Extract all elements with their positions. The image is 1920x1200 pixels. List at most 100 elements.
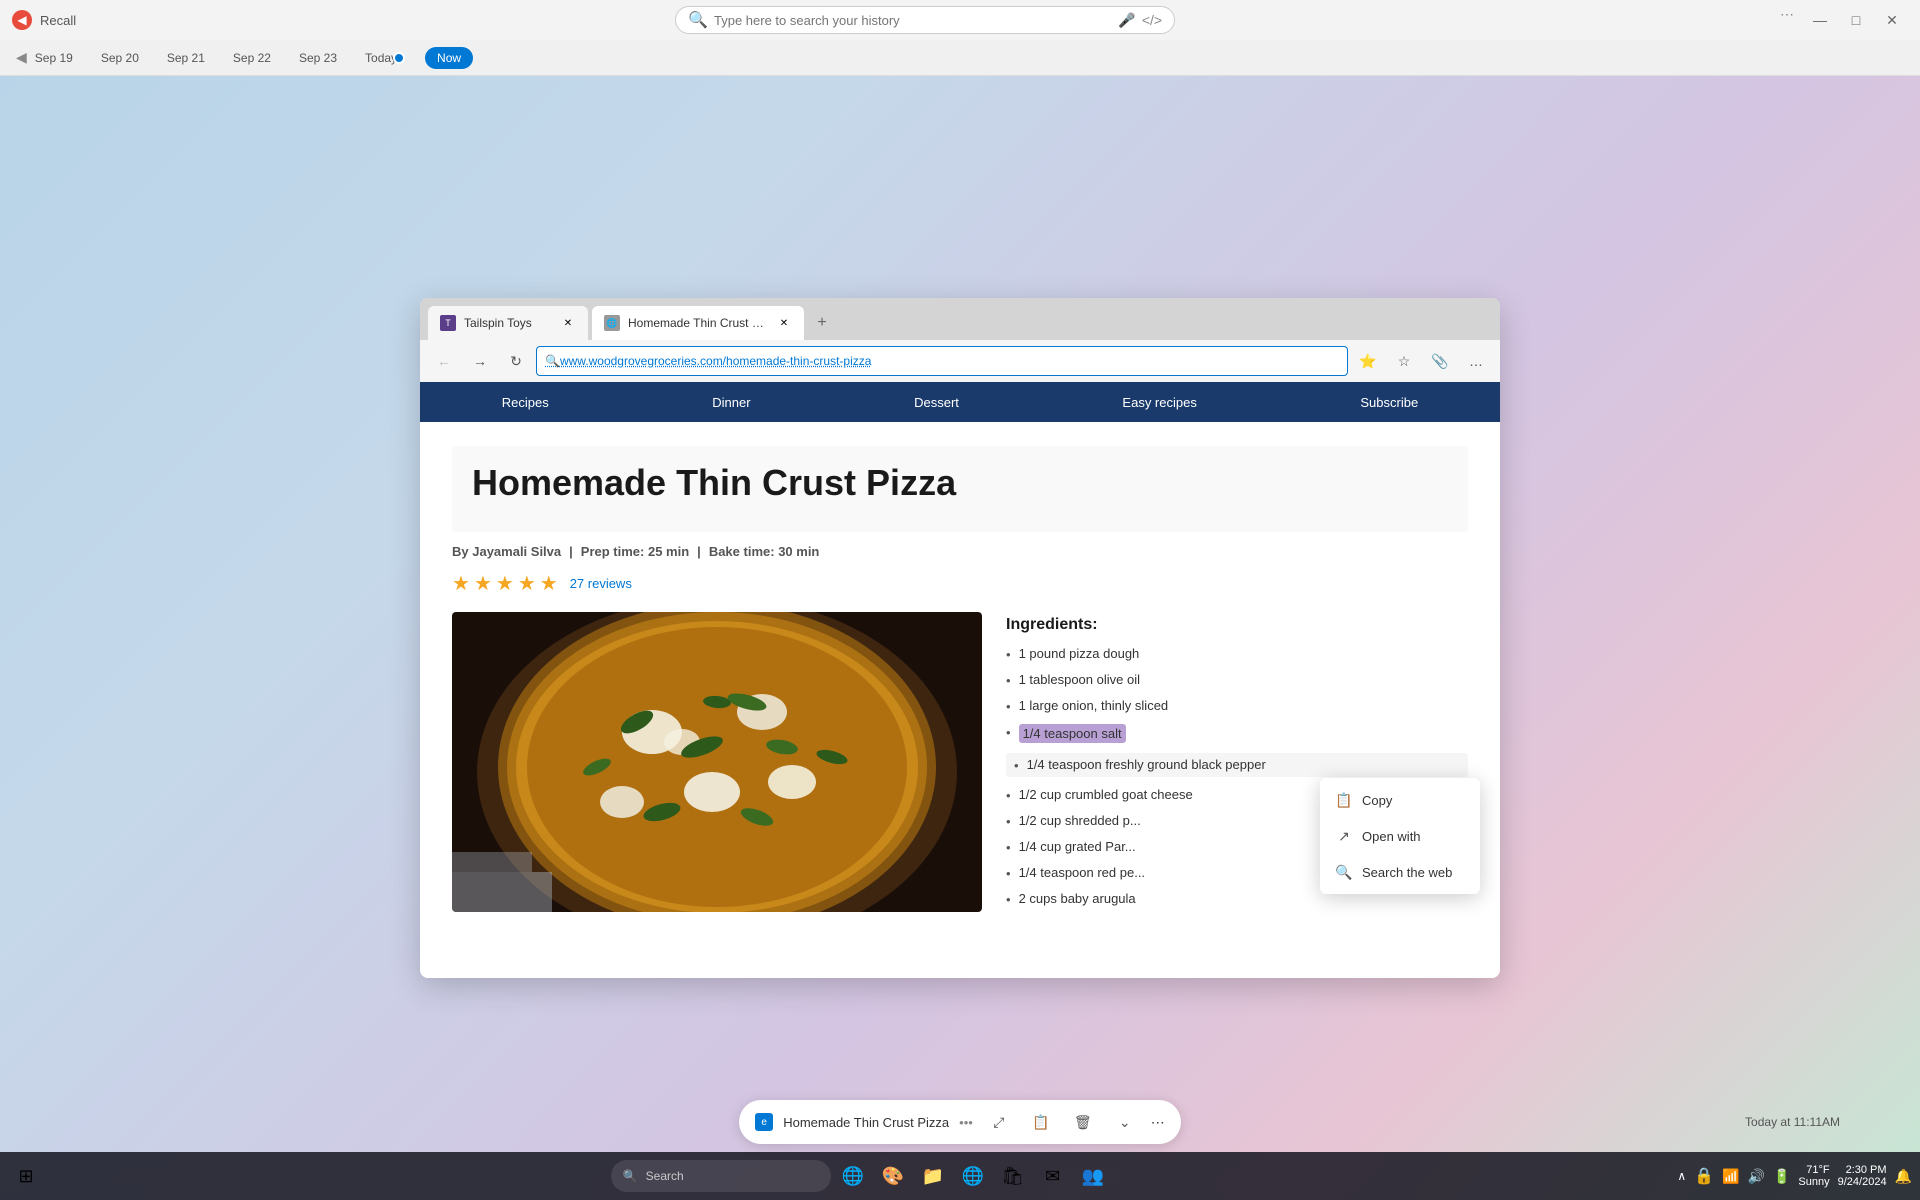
rating-stars: ★ ★ ★ ★ ★ 27 reviews: [452, 571, 1468, 596]
screenshot-timestamp: Today at 11:11AM: [1745, 1115, 1840, 1129]
pill-expand-button[interactable]: ⤢: [983, 1106, 1015, 1138]
pill-dots-label: •••: [959, 1115, 973, 1130]
reading-view-button[interactable]: ☆: [1388, 345, 1420, 377]
collections-button[interactable]: 📎: [1424, 345, 1456, 377]
timeline-today[interactable]: Today: [357, 51, 417, 65]
open-with-label: Open with: [1362, 829, 1421, 844]
nav-dessert[interactable]: Dessert: [898, 382, 975, 422]
ingredients-title: Ingredients:: [1006, 616, 1468, 634]
taskbar-notification-icon[interactable]: 🔔: [1895, 1168, 1912, 1185]
taskbar-volume-icon[interactable]: 🔊: [1748, 1168, 1765, 1185]
ingredient-0: 1 pound pizza dough: [1006, 646, 1468, 662]
timeline-prev-arrow[interactable]: ◀: [16, 49, 27, 66]
address-bar[interactable]: 🔍 www.woodgrovegroceries.com/homemade-th…: [536, 346, 1348, 376]
maximize-button[interactable]: □: [1840, 6, 1872, 34]
ingredient-text-0: 1 pound pizza dough: [1019, 646, 1140, 661]
clock-time: 2:30 PM: [1846, 1164, 1887, 1176]
nav-recipes[interactable]: Recipes: [486, 382, 565, 422]
weather-widget[interactable]: 71°F Sunny: [1798, 1164, 1829, 1188]
taskbar-center: 🔍 Search 🌐 🎨 📁 🌐 🛍 ✉ 👥: [44, 1158, 1677, 1194]
taskbar-right: ∧ 🔒 📶 🔊 🔋 71°F Sunny 2:30 PM 9/24/2024 🔔: [1677, 1164, 1912, 1188]
tab-label-pizza: Homemade Thin Crust Pizza: [628, 316, 768, 330]
nav-subscribe[interactable]: Subscribe: [1344, 382, 1434, 422]
taskbar-chevron-up-icon[interactable]: ∧: [1677, 1169, 1686, 1183]
copy-label: Copy: [1362, 793, 1392, 808]
back-button[interactable]: ←: [428, 345, 460, 377]
timeline-sep19[interactable]: Sep 19: [27, 51, 93, 65]
tab-close-tailspin[interactable]: ✕: [560, 315, 576, 331]
ingredient-text-6: 1/2 cup shredded p...: [1019, 813, 1141, 828]
ingredient-text-4: 1/4 teaspoon freshly ground black pepper: [1027, 757, 1266, 772]
taskbar-search-bar[interactable]: 🔍 Search: [611, 1160, 831, 1192]
tab-pizza[interactable]: 🌐 Homemade Thin Crust Pizza ✕: [592, 306, 804, 340]
new-tab-button[interactable]: +: [808, 309, 836, 337]
clock-widget[interactable]: 2:30 PM 9/24/2024: [1838, 1164, 1887, 1188]
now-button[interactable]: Now: [425, 47, 473, 69]
address-text: www.woodgrovegroceries.com/homemade-thin…: [560, 354, 871, 368]
more-button[interactable]: …: [1460, 345, 1492, 377]
context-menu-item-open-with[interactable]: ↗ Open with: [1320, 818, 1480, 854]
timeline-bar: ◀ Sep 19 Sep 20 Sep 21 Sep 22 Sep 23 Tod…: [0, 40, 1920, 76]
taskbar: ⊞ 🔍 Search 🌐 🎨 📁 🌐 🛍 ✉ 👥 ∧ 🔒 📶 🔊 🔋 71°F …: [0, 1152, 1920, 1200]
browser-pill: e Homemade Thin Crust Pizza ••• ⤢ 📋 🗑 ⌄ …: [739, 1100, 1181, 1144]
ingredient-text-1: 1 tablespoon olive oil: [1019, 672, 1140, 687]
history-search-bar[interactable]: 🔍 🎤 </>: [675, 6, 1175, 34]
copy-icon: 📋: [1336, 792, 1352, 808]
clock-date: 9/24/2024: [1838, 1176, 1887, 1188]
app-icon: ◀: [12, 10, 32, 30]
ingredient-text-9: 2 cups baby arugula: [1019, 891, 1136, 906]
taskbar-app-edge[interactable]: 🌐: [835, 1158, 871, 1194]
taskbar-app-store[interactable]: 🛍: [995, 1158, 1031, 1194]
app-title: Recall: [40, 13, 76, 28]
tab-close-pizza[interactable]: ✕: [776, 315, 792, 331]
taskbar-app-color[interactable]: 🎨: [875, 1158, 911, 1194]
reviews-count[interactable]: 27 reviews: [570, 576, 632, 591]
minimize-button[interactable]: —: [1804, 6, 1836, 34]
timeline-sep21[interactable]: Sep 21: [159, 51, 225, 65]
taskbar-search-icon: 🔍: [623, 1169, 638, 1183]
browser-bottom-bar: e Homemade Thin Crust Pizza ••• ⤢ 📋 🗑 ⌄ …: [0, 1092, 1920, 1152]
ingredient-2: 1 large onion, thinly sliced: [1006, 698, 1468, 714]
weather-condition: Sunny: [1798, 1176, 1829, 1188]
code-icon[interactable]: </>: [1142, 12, 1162, 28]
more-options-icon[interactable]: ⋯: [1774, 6, 1800, 34]
refresh-button[interactable]: ↻: [500, 345, 532, 377]
site-navigation: Recipes Dinner Dessert Easy recipes Subs…: [420, 382, 1500, 422]
taskbar-network-icon[interactable]: 📶: [1722, 1168, 1739, 1185]
favorites-button[interactable]: ⭐: [1352, 345, 1384, 377]
mic-icon[interactable]: 🎤: [1118, 12, 1135, 29]
taskbar-security-icon[interactable]: 🔒: [1694, 1166, 1714, 1186]
star-2: ★: [474, 571, 492, 596]
taskbar-app-browser2[interactable]: 🌐: [955, 1158, 991, 1194]
pill-more-dots: ⋯: [1151, 1114, 1165, 1131]
context-menu-item-copy[interactable]: 📋 Copy: [1320, 782, 1480, 818]
timeline-sep23[interactable]: Sep 23: [291, 51, 357, 65]
title-bar: ◀ Recall 🔍 🎤 </> ⋯ — □ ✕: [0, 0, 1920, 40]
start-button[interactable]: ⊞: [8, 1158, 44, 1194]
nav-easy-recipes[interactable]: Easy recipes: [1106, 382, 1212, 422]
pill-copy-button[interactable]: 📋: [1025, 1106, 1057, 1138]
taskbar-app-mail[interactable]: ✉: [1035, 1158, 1071, 1194]
taskbar-battery-icon[interactable]: 🔋: [1773, 1168, 1790, 1185]
timeline-sep20[interactable]: Sep 20: [93, 51, 159, 65]
nav-dinner[interactable]: Dinner: [696, 382, 766, 422]
recipe-title: Homemade Thin Crust Pizza: [472, 462, 1448, 504]
browser-window: T Tailspin Toys ✕ 🌐 Homemade Thin Crust …: [420, 298, 1500, 978]
tab-label-tailspin: Tailspin Toys: [464, 316, 532, 330]
ingredient-3: 1/4 teaspoon salt: [1006, 724, 1468, 743]
taskbar-app-teams[interactable]: 👥: [1075, 1158, 1111, 1194]
pill-delete-button[interactable]: 🗑: [1067, 1106, 1099, 1138]
search-icon-small: 🔍: [545, 354, 560, 368]
star-3: ★: [496, 571, 514, 596]
timeline-sep22[interactable]: Sep 22: [225, 51, 291, 65]
pill-more-button[interactable]: ⌄: [1109, 1106, 1141, 1138]
search-input[interactable]: [714, 13, 1112, 28]
recipe-meta: By Jayamali Silva | Prep time: 25 min | …: [452, 544, 1468, 559]
taskbar-app-explorer[interactable]: 📁: [915, 1158, 951, 1194]
context-menu-item-search-web[interactable]: 🔍 Search the web: [1320, 854, 1480, 890]
forward-button[interactable]: →: [464, 345, 496, 377]
pizza-image: [452, 612, 982, 912]
tab-tailspin-toys[interactable]: T Tailspin Toys ✕: [428, 306, 588, 340]
ingredient-text-5: 1/2 cup crumbled goat cheese: [1019, 787, 1193, 802]
close-button[interactable]: ✕: [1876, 6, 1908, 34]
